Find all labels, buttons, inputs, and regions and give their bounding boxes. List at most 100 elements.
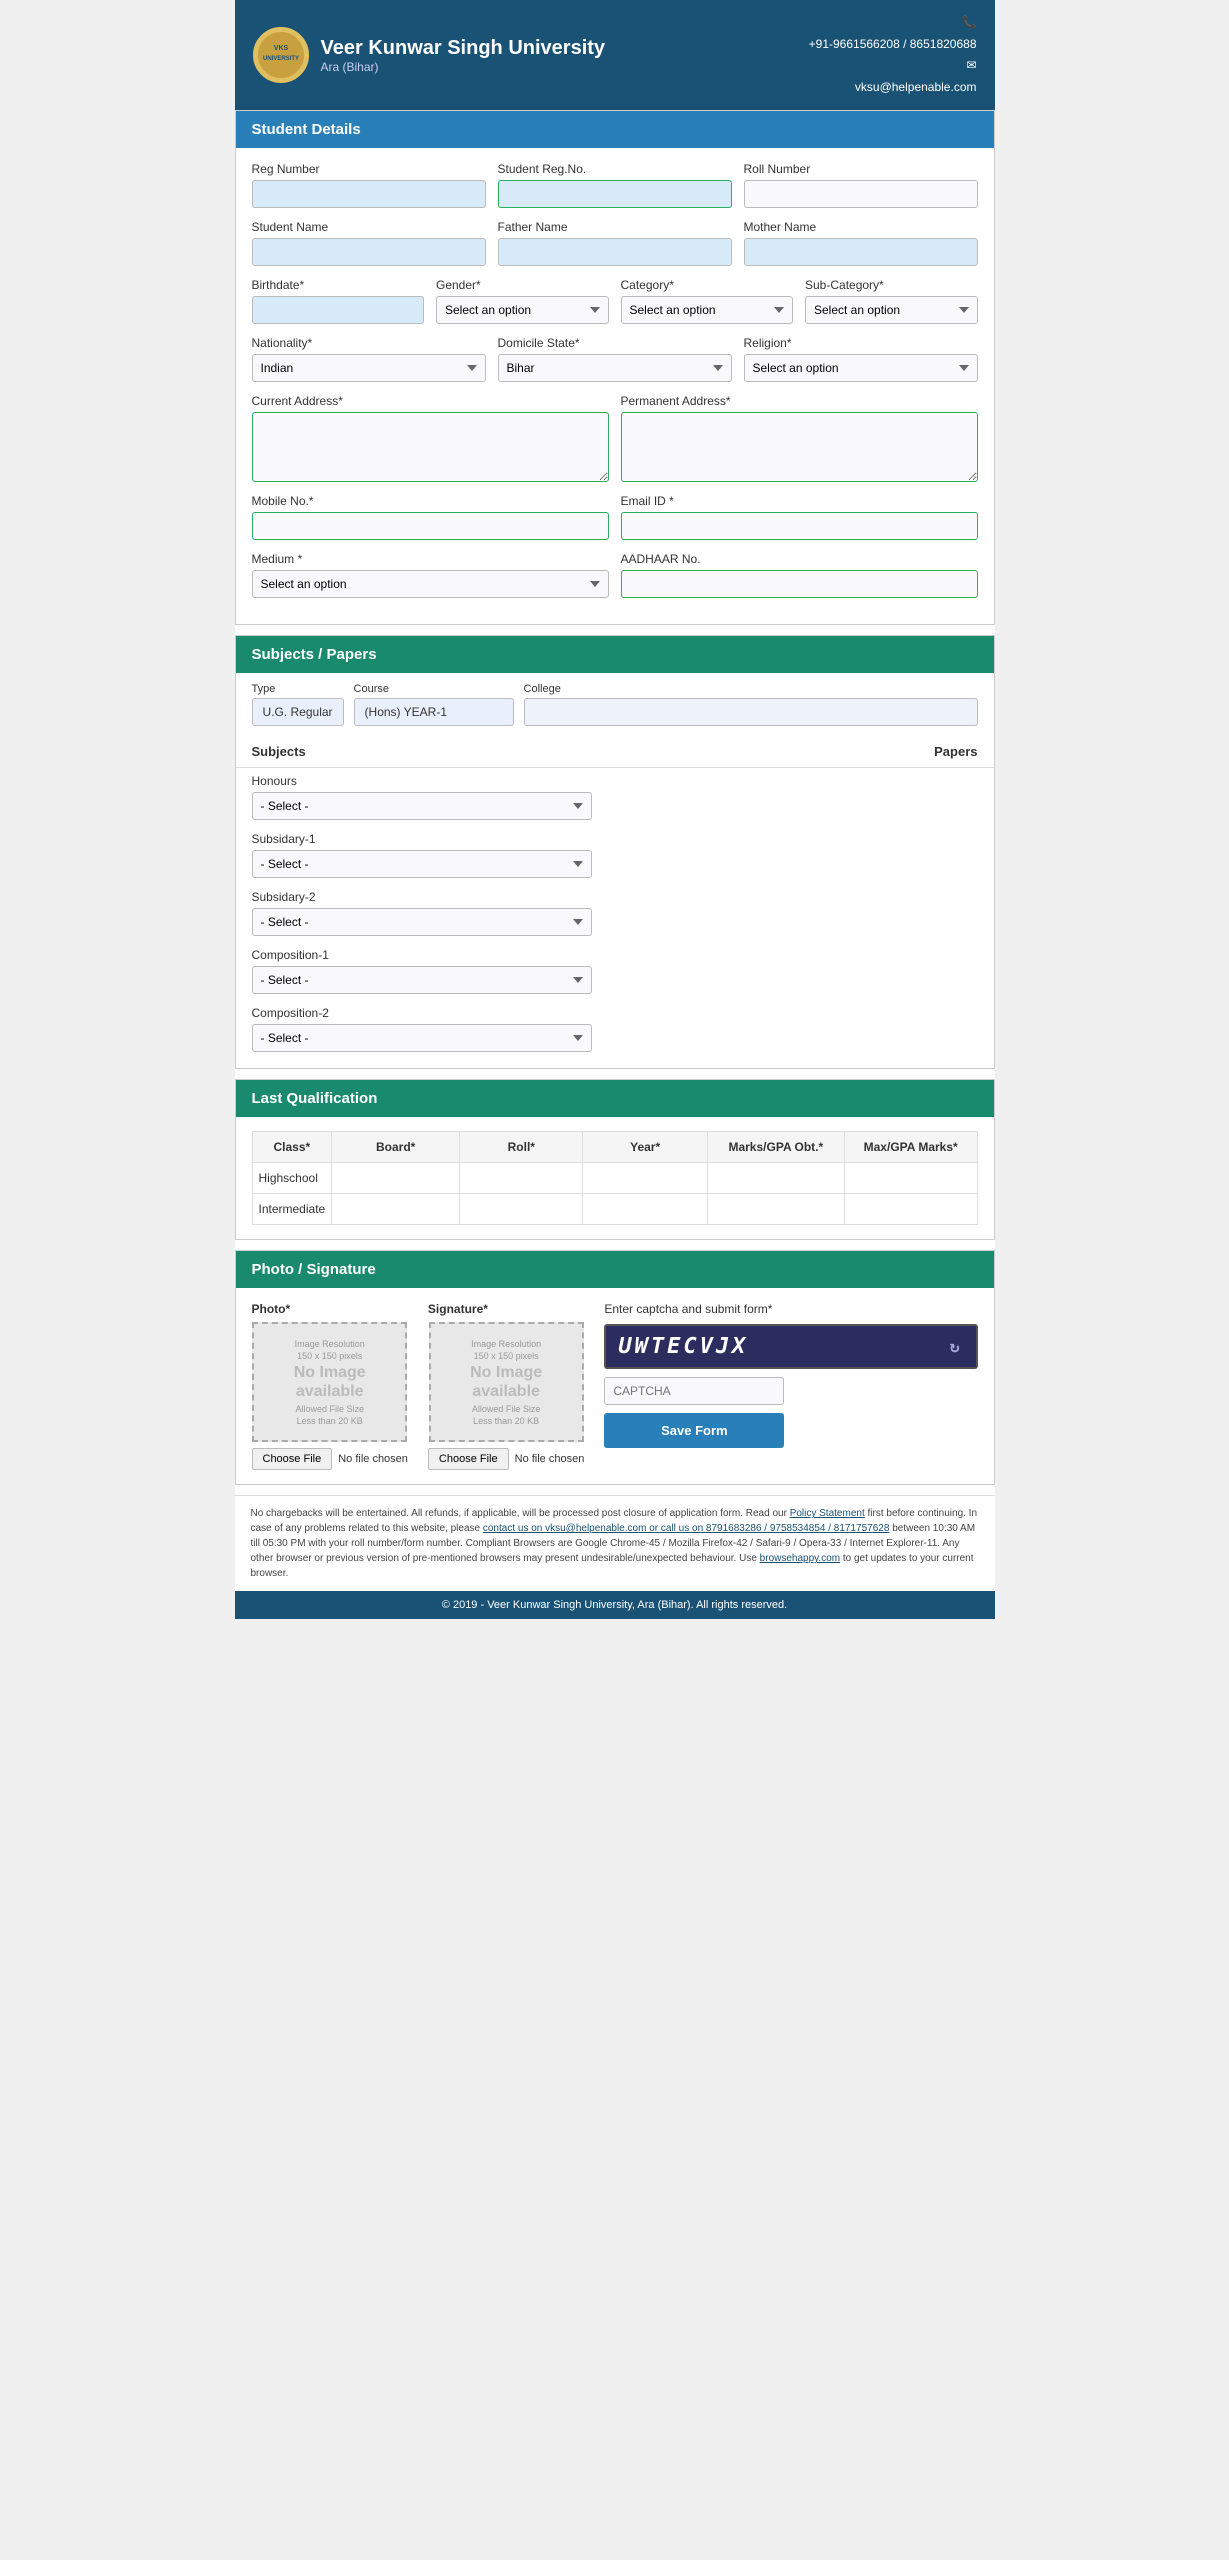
papers-col-header: Papers bbox=[934, 744, 977, 759]
religion-label: Religion* bbox=[744, 336, 978, 350]
highschool-roll-input[interactable] bbox=[466, 1169, 576, 1187]
composition1-select[interactable]: - Select - bbox=[252, 966, 592, 994]
course-label: Course bbox=[354, 683, 514, 695]
photo-box: Photo* Image Resolution 150 x 150 pixels… bbox=[252, 1302, 408, 1470]
father-name-input[interactable] bbox=[498, 238, 732, 266]
signature-label: Signature* bbox=[428, 1302, 488, 1316]
copyright-bar: © 2019 - Veer Kunwar Singh University, A… bbox=[235, 1591, 995, 1619]
qualification-table: Class* Board* Roll* Year* Marks/GPA Obt.… bbox=[252, 1131, 978, 1225]
student-name-input[interactable] bbox=[252, 238, 486, 266]
intermediate-marks-input[interactable] bbox=[714, 1200, 838, 1218]
mobile-input[interactable] bbox=[252, 512, 609, 540]
subjects-table-header: Subjects Papers bbox=[236, 736, 994, 768]
row-birthdate: Birthdate* Gender* Select an option Male… bbox=[252, 278, 978, 324]
contact-link[interactable]: contact us on vksu@helpenable.com or cal… bbox=[483, 1523, 890, 1534]
father-name-label: Father Name bbox=[498, 220, 732, 234]
composition2-select-wrap: - Select - bbox=[252, 1024, 978, 1052]
intermediate-year bbox=[583, 1194, 707, 1225]
footer-text-1: No chargebacks will be entertained. All … bbox=[251, 1508, 790, 1519]
policy-link[interactable]: Policy Statement bbox=[790, 1508, 865, 1519]
aadhaar-input[interactable] bbox=[621, 570, 978, 598]
university-logo: VKS UNIVERSITY bbox=[253, 27, 309, 83]
email-input[interactable] bbox=[621, 512, 978, 540]
qualification-body: Class* Board* Roll* Year* Marks/GPA Obt.… bbox=[236, 1117, 994, 1239]
intermediate-roll-input[interactable] bbox=[466, 1200, 576, 1218]
intermediate-marks bbox=[707, 1194, 844, 1225]
honours-label: Honours bbox=[252, 774, 978, 788]
subjects-col-header: Subjects bbox=[252, 744, 306, 759]
nationality-select[interactable]: Indian Other bbox=[252, 354, 486, 382]
footer-notice: No chargebacks will be entertained. All … bbox=[235, 1495, 995, 1591]
gender-select[interactable]: Select an option Male Female Other bbox=[436, 296, 609, 324]
medium-select[interactable]: Select an option Hindi English bbox=[252, 570, 609, 598]
permanent-address-group: Permanent Address* bbox=[621, 394, 978, 482]
captcha-input[interactable] bbox=[604, 1377, 784, 1405]
intermediate-board-input[interactable] bbox=[338, 1200, 453, 1218]
mother-name-input[interactable] bbox=[744, 238, 978, 266]
photo-label: Photo* bbox=[252, 1302, 291, 1316]
current-address-group: Current Address* bbox=[252, 394, 609, 482]
subjects-header: Subjects / Papers bbox=[236, 636, 994, 673]
highschool-board-input[interactable] bbox=[338, 1169, 453, 1187]
browsehappy-link[interactable]: browsehappy.com bbox=[760, 1553, 840, 1564]
religion-select[interactable]: Select an option Hindu Muslim Christian … bbox=[744, 354, 978, 382]
composition2-row: Composition-2 - Select - bbox=[236, 1000, 994, 1058]
highschool-board bbox=[332, 1163, 460, 1194]
photo-choose-file-button[interactable]: Choose File bbox=[252, 1448, 333, 1470]
subsidiary1-select[interactable]: - Select - bbox=[252, 850, 592, 878]
highschool-year-input[interactable] bbox=[589, 1169, 700, 1187]
reg-number-input[interactable] bbox=[252, 180, 486, 208]
honours-select[interactable]: - Select - bbox=[252, 792, 592, 820]
composition2-select[interactable]: - Select - bbox=[252, 1024, 592, 1052]
signature-choose-file-button[interactable]: Choose File bbox=[428, 1448, 509, 1470]
permanent-address-label: Permanent Address* bbox=[621, 394, 978, 408]
subsidiary2-label: Subsidary-2 bbox=[252, 890, 978, 904]
captcha-image: UWTECVJX ↻ bbox=[604, 1324, 977, 1369]
highschool-roll bbox=[460, 1163, 583, 1194]
domicile-label: Domicile State* bbox=[498, 336, 732, 350]
subsidiary1-select-wrap: - Select - bbox=[252, 850, 978, 878]
highschool-max bbox=[844, 1163, 977, 1194]
reg-number-group: Reg Number bbox=[252, 162, 486, 208]
birthdate-input[interactable] bbox=[252, 296, 425, 324]
signature-no-image: No Imageavailable bbox=[470, 1363, 542, 1401]
photo-resolution-text: Image Resolution bbox=[295, 1339, 365, 1349]
signature-file-row: Choose File No file chosen bbox=[428, 1448, 584, 1470]
subsidiary1-label: Subsidary-1 bbox=[252, 832, 978, 846]
highschool-marks-input[interactable] bbox=[714, 1169, 838, 1187]
photo-signature-section: Photo / Signature Photo* Image Resolutio… bbox=[235, 1250, 995, 1485]
header-left: VKS UNIVERSITY Veer Kunwar Singh Univers… bbox=[253, 27, 606, 83]
category-select[interactable]: Select an option General OBC SC ST bbox=[621, 296, 794, 324]
photo-sig-body: Photo* Image Resolution 150 x 150 pixels… bbox=[236, 1288, 994, 1484]
copyright-text: © 2019 - Veer Kunwar Singh University, A… bbox=[442, 1599, 787, 1611]
type-value: U.G. Regular bbox=[252, 698, 344, 726]
highschool-max-input[interactable] bbox=[851, 1169, 971, 1187]
student-reg-input[interactable] bbox=[498, 180, 732, 208]
current-address-input[interactable] bbox=[252, 412, 609, 482]
captcha-refresh-icon[interactable]: ↻ bbox=[950, 1337, 964, 1356]
save-form-button[interactable]: Save Form bbox=[604, 1413, 784, 1448]
row-names: Student Name Father Name Mother Name bbox=[252, 220, 978, 266]
table-row: Highschool bbox=[252, 1163, 977, 1194]
subsidiary2-select[interactable]: - Select - bbox=[252, 908, 592, 936]
nationality-group: Nationality* Indian Other bbox=[252, 336, 486, 382]
qualification-section: Last Qualification Class* Board* Roll* Y… bbox=[235, 1079, 995, 1240]
roll-number-input[interactable] bbox=[744, 180, 978, 208]
permanent-address-input[interactable] bbox=[621, 412, 978, 482]
medium-label: Medium * bbox=[252, 552, 609, 566]
captcha-section: Enter captcha and submit form* UWTECVJX … bbox=[604, 1302, 977, 1448]
signature-no-file-label: No file chosen bbox=[515, 1453, 585, 1465]
domicile-select[interactable]: Bihar Other bbox=[498, 354, 732, 382]
mobile-group: Mobile No.* bbox=[252, 494, 609, 540]
email-address: ✉ vksu@helpenable.com bbox=[809, 55, 977, 98]
domicile-group: Domicile State* Bihar Other bbox=[498, 336, 732, 382]
photo-sig-header: Photo / Signature bbox=[236, 1251, 994, 1288]
subcategory-select[interactable]: Select an option bbox=[805, 296, 978, 324]
email-label: Email ID * bbox=[621, 494, 978, 508]
contact-info: 📞 +91-9661566208 / 8651820688 ✉ vksu@hel… bbox=[809, 12, 977, 98]
intermediate-max-input[interactable] bbox=[851, 1200, 971, 1218]
captcha-text: UWTECVJX bbox=[618, 1334, 748, 1359]
signature-placeholder: Image Resolution 150 x 150 pixels No Ima… bbox=[429, 1322, 584, 1442]
intermediate-year-input[interactable] bbox=[589, 1200, 700, 1218]
photo-allowed-size: Allowed File Size bbox=[295, 1404, 364, 1414]
